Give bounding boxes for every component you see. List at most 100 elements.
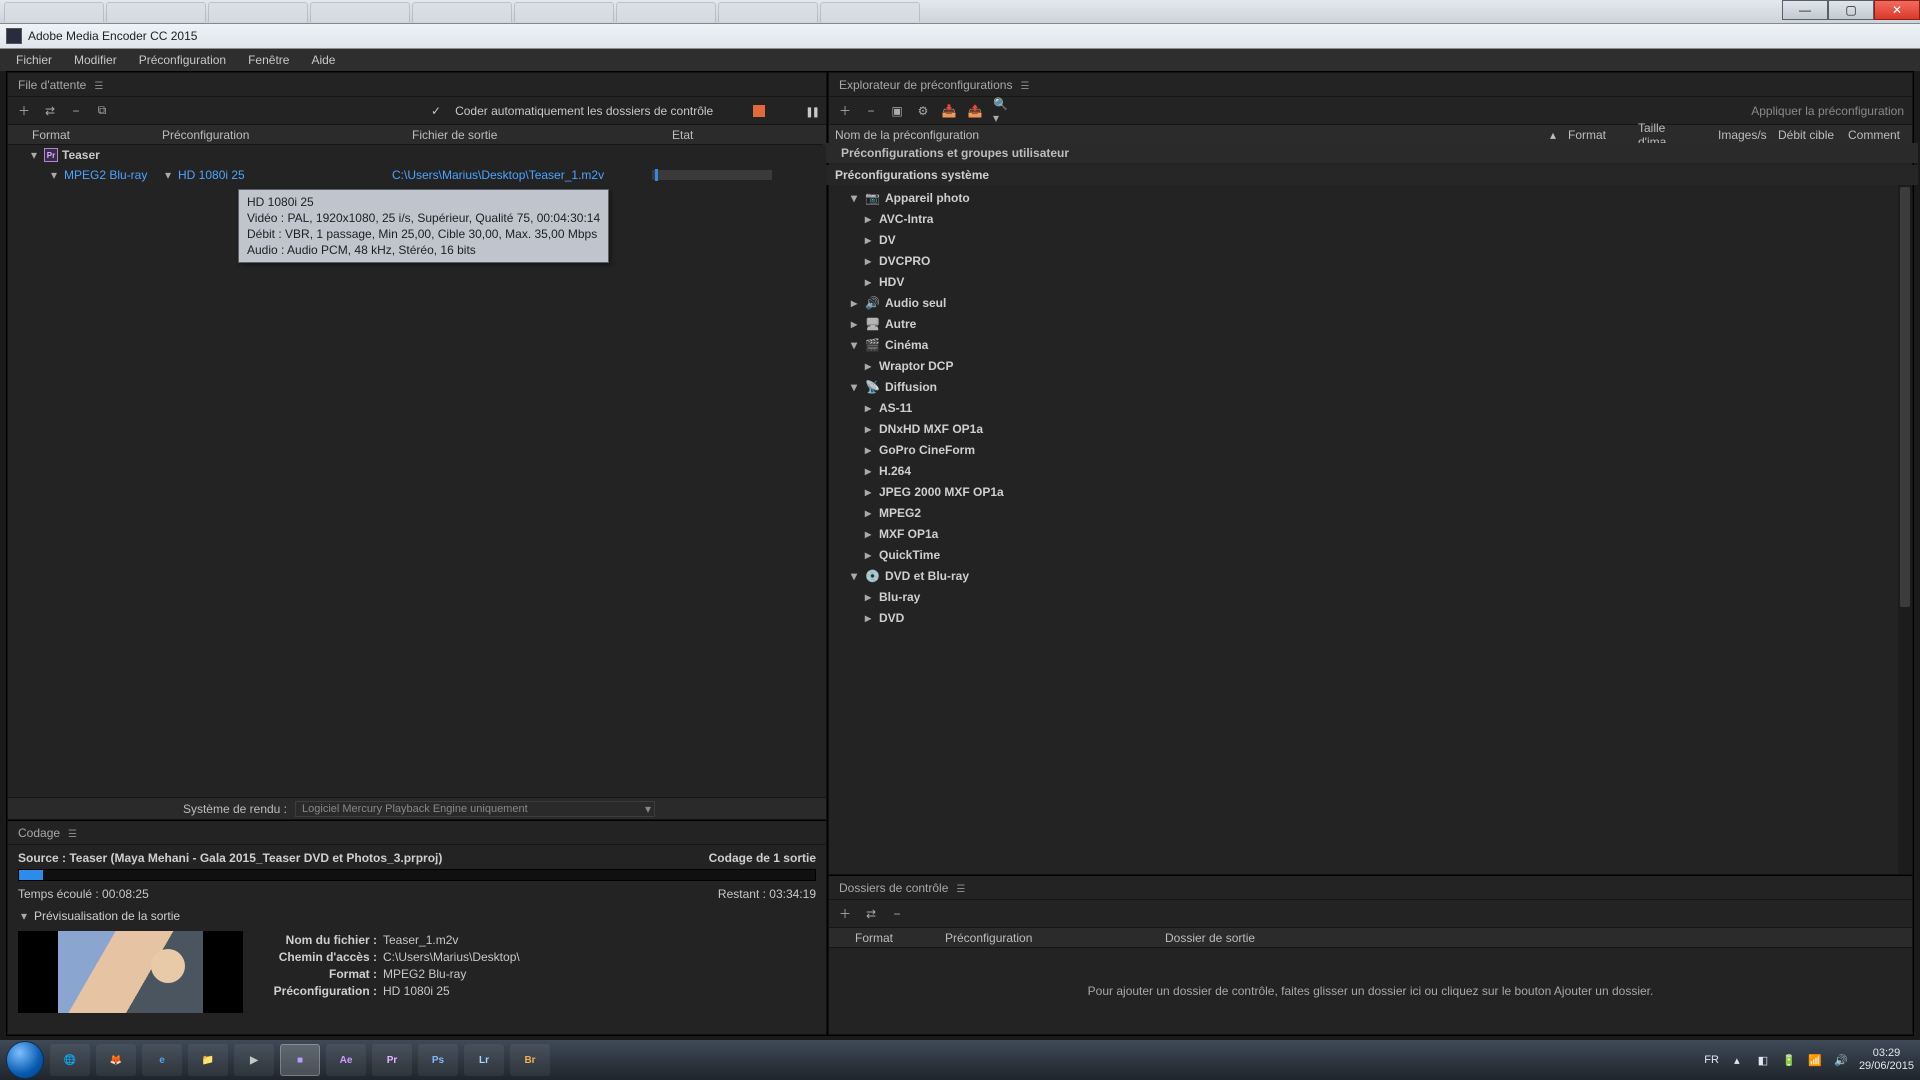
queue-format[interactable]: MPEG2 Blu-ray xyxy=(64,168,147,182)
col-preset[interactable]: Préconfiguration xyxy=(158,128,408,142)
browser-tab[interactable] xyxy=(4,2,104,22)
tree-item[interactable]: DNxHD MXF OP1a xyxy=(835,418,1906,439)
panel-menu-icon[interactable] xyxy=(1020,78,1029,92)
window-maximize-button[interactable]: ▢ xyxy=(1828,0,1874,20)
duplicate-button[interactable]: ⧉ xyxy=(94,103,110,119)
app-titlebar[interactable]: Adobe Media Encoder CC 2015 xyxy=(0,24,1920,49)
tree-item[interactable]: DVCPRO xyxy=(835,250,1906,271)
format-dropdown-icon[interactable]: ▾ xyxy=(48,168,60,182)
taskbar-media-encoder[interactable]: ■ xyxy=(280,1044,320,1076)
tree-category-broadcast[interactable]: 📡Diffusion xyxy=(835,376,1906,397)
tree-item[interactable]: Blu-ray xyxy=(835,586,1906,607)
taskbar-ie[interactable]: e xyxy=(142,1044,182,1076)
taskbar-lightroom[interactable]: Lr xyxy=(464,1044,504,1076)
start-button[interactable] xyxy=(6,1041,44,1079)
browser-tab[interactable] xyxy=(820,2,920,22)
preset-col-fps[interactable]: Images/s xyxy=(1712,128,1772,142)
browser-tab[interactable] xyxy=(412,2,512,22)
tree-item[interactable]: AVC-Intra xyxy=(835,208,1906,229)
menu-edit[interactable]: Modifier xyxy=(64,51,127,69)
window-minimize-button[interactable]: — xyxy=(1782,0,1828,20)
window-close-button[interactable]: ✕ xyxy=(1874,0,1920,20)
queue-output-row[interactable]: ▾ MPEG2 Blu-ray ▾ HD 1080i 25 C:\Users\Mar… xyxy=(8,165,826,185)
user-presets-group[interactable]: Préconfigurations et groupes utilisateur xyxy=(823,143,1918,163)
taskbar-photoshop[interactable]: Ps xyxy=(418,1044,458,1076)
col-format[interactable]: Format xyxy=(28,128,158,142)
queue-output-path[interactable]: C:\Users\Marius\Desktop\Teaser_1.m2v xyxy=(392,168,652,182)
tree-item[interactable]: Wraptor DCP xyxy=(835,355,1906,376)
remove-watch-button[interactable]: − xyxy=(889,906,905,922)
tree-item[interactable]: AS-11 xyxy=(835,397,1906,418)
tree-item[interactable]: DVD xyxy=(835,607,1906,628)
watch-col-preset[interactable]: Préconfiguration xyxy=(939,931,1159,945)
panel-menu-icon[interactable] xyxy=(956,881,965,895)
col-state[interactable]: Etat xyxy=(668,128,826,142)
browser-tab[interactable] xyxy=(514,2,614,22)
tray-volume-icon[interactable]: 🔊 xyxy=(1833,1052,1849,1068)
browser-tab[interactable] xyxy=(616,2,716,22)
new-preset-button[interactable]: ＋ xyxy=(837,103,853,119)
tree-item[interactable]: H.264 xyxy=(835,460,1906,481)
taskbar-explorer[interactable]: 📁 xyxy=(188,1044,228,1076)
export-preset-button[interactable]: 📤 xyxy=(967,103,983,119)
browser-tab[interactable] xyxy=(718,2,818,22)
stop-encode-button[interactable] xyxy=(753,105,765,117)
preset-dropdown-icon[interactable]: ▾ xyxy=(162,168,174,182)
tray-network-icon[interactable]: 📶 xyxy=(1807,1052,1823,1068)
panel-menu-icon[interactable] xyxy=(94,78,103,92)
expand-icon[interactable]: ▾ xyxy=(28,148,40,162)
tree-item[interactable]: QuickTime xyxy=(835,544,1906,565)
tray-language[interactable]: FR xyxy=(1704,1054,1719,1066)
delete-preset-button[interactable]: − xyxy=(863,103,879,119)
queue-source-row[interactable]: ▾ Pr Teaser xyxy=(8,145,826,165)
browser-tab[interactable] xyxy=(208,2,308,22)
tree-scrollbar[interactable] xyxy=(1898,185,1912,874)
tree-category-camera[interactable]: 📷Appareil photo xyxy=(835,187,1906,208)
menu-window[interactable]: Fenêtre xyxy=(238,51,299,69)
search-icon[interactable]: 🔍▾ xyxy=(993,103,1009,119)
menu-preset[interactable]: Préconfiguration xyxy=(129,51,236,69)
menu-help[interactable]: Aide xyxy=(301,51,345,69)
tree-category-audio[interactable]: 🔊Audio seul xyxy=(835,292,1906,313)
tree-category-dvd[interactable]: 💿DVD et Blu-ray xyxy=(835,565,1906,586)
apply-preset-button[interactable]: Appliquer la préconfiguration xyxy=(1751,104,1904,118)
tray-battery-icon[interactable]: 🔋 xyxy=(1781,1052,1797,1068)
tray-shield-icon[interactable]: ◧ xyxy=(1755,1052,1771,1068)
preset-col-comment[interactable]: Comment xyxy=(1842,128,1912,142)
tree-category-other[interactable]: 🖥Autre xyxy=(835,313,1906,334)
tree-category-cinema[interactable]: 🎬Cinéma xyxy=(835,334,1906,355)
browser-tab[interactable] xyxy=(106,2,206,22)
preset-col-rate[interactable]: Débit cible xyxy=(1772,128,1842,142)
preset-col-format[interactable]: Format xyxy=(1562,128,1632,142)
watch-col-format[interactable]: Format xyxy=(849,931,939,945)
taskbar-firefox[interactable]: 🦊 xyxy=(96,1044,136,1076)
remove-button[interactable]: − xyxy=(68,103,84,119)
col-output[interactable]: Fichier de sortie xyxy=(408,128,668,142)
preview-expand-icon[interactable]: ▾ xyxy=(18,909,30,923)
tree-item[interactable]: MXF OP1a xyxy=(835,523,1906,544)
browser-tab[interactable] xyxy=(310,2,410,22)
watch-settings-button[interactable]: ⇄ xyxy=(863,906,879,922)
taskbar-chrome[interactable]: 🌐 xyxy=(50,1044,90,1076)
auto-encode-checkbox[interactable] xyxy=(431,104,445,118)
queue-preset[interactable]: HD 1080i 25 xyxy=(178,168,245,182)
add-watch-button[interactable]: ＋ xyxy=(837,906,853,922)
taskbar-bridge[interactable]: Br xyxy=(510,1044,550,1076)
tray-clock[interactable]: 03:29 29/06/2015 xyxy=(1859,1047,1914,1073)
taskbar-mediaplayer[interactable]: ▶ xyxy=(234,1044,274,1076)
tree-item[interactable]: MPEG2 xyxy=(835,502,1906,523)
preset-settings-button[interactable]: ⚙ xyxy=(915,103,931,119)
pause-encode-button[interactable] xyxy=(805,103,818,118)
render-system-select[interactable]: Logiciel Mercury Playback Engine uniquem… xyxy=(295,801,655,817)
new-group-button[interactable]: ▣ xyxy=(889,103,905,119)
watch-col-output[interactable]: Dossier de sortie xyxy=(1159,931,1912,945)
tree-item[interactable]: DV xyxy=(835,229,1906,250)
tray-chevron-up-icon[interactable]: ▴ xyxy=(1729,1052,1745,1068)
import-preset-button[interactable]: 📥 xyxy=(941,103,957,119)
tree-item[interactable]: JPEG 2000 MXF OP1a xyxy=(835,481,1906,502)
system-presets-group[interactable]: Préconfigurations système xyxy=(823,165,1918,185)
tree-item[interactable]: GoPro CineForm xyxy=(835,439,1906,460)
add-output-button[interactable]: ⇄ xyxy=(42,103,58,119)
tree-item[interactable]: HDV xyxy=(835,271,1906,292)
taskbar-after-effects[interactable]: Ae xyxy=(326,1044,366,1076)
